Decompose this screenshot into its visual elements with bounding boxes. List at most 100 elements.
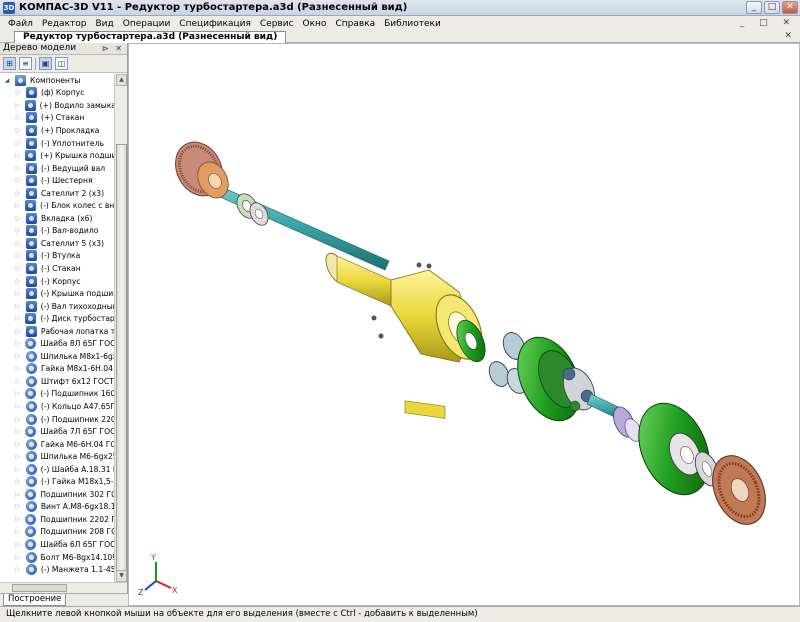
tree-item[interactable]: ▷ (-) Ведущий вал bbox=[0, 162, 114, 175]
expand-icon[interactable]: ▷ bbox=[14, 89, 22, 96]
expand-icon[interactable]: ▷ bbox=[14, 227, 22, 234]
menu-specification[interactable]: Спецификация bbox=[179, 19, 251, 29]
expand-icon[interactable]: ▷ bbox=[14, 441, 22, 448]
tree-item[interactable]: ▷ Шпилька М6-6gх25 bbox=[0, 450, 114, 463]
tree-vertical-scrollbar[interactable]: ▲ ▼ bbox=[114, 74, 127, 582]
expand-icon[interactable]: ▷ bbox=[14, 127, 22, 134]
expand-icon[interactable]: ▷ bbox=[14, 202, 21, 209]
document-window-controls[interactable]: _ □ ✕ bbox=[740, 18, 796, 28]
tree-item[interactable]: ▷ (-) Подшипник 220 bbox=[0, 413, 114, 426]
scroll-thumb[interactable] bbox=[116, 144, 127, 574]
tree-item[interactable]: ▷ Шайба 8Л 65Г ГОСТ bbox=[0, 337, 114, 350]
hscroll-thumb[interactable] bbox=[12, 584, 67, 592]
bearing-assembly[interactable] bbox=[233, 190, 272, 228]
expand-icon[interactable]: ▷ bbox=[14, 453, 22, 460]
expand-icon[interactable]: ▷ bbox=[14, 503, 22, 510]
expand-icon[interactable]: ▷ bbox=[14, 378, 22, 385]
expand-icon[interactable]: ▷ bbox=[14, 303, 22, 310]
model-viewport[interactable]: Y X Z bbox=[128, 43, 800, 606]
menu-help[interactable]: Справка bbox=[335, 19, 375, 29]
expand-icon[interactable]: ▷ bbox=[14, 403, 22, 410]
expand-icon[interactable]: ▷ bbox=[14, 554, 22, 561]
tree-item[interactable]: ▷ Штифт 6х12 ГОСТ bbox=[0, 375, 114, 388]
tree-item[interactable]: ▷ (-) Вал-водило bbox=[0, 225, 114, 238]
tree-item[interactable]: ▷ (+) Стакан bbox=[0, 112, 114, 125]
expand-icon[interactable]: ▷ bbox=[14, 478, 22, 485]
expand-icon[interactable]: ▷ bbox=[14, 315, 21, 322]
expand-icon[interactable]: ▷ bbox=[14, 340, 21, 347]
tree-item[interactable]: ▷ Сателлит 5 (x3) bbox=[0, 237, 114, 250]
expand-icon[interactable]: ▷ bbox=[14, 215, 22, 222]
menu-window[interactable]: Окно bbox=[303, 19, 327, 29]
scroll-down-icon[interactable]: ▼ bbox=[116, 570, 127, 582]
tree-item[interactable]: ▷ Шпилька М8х1-6gх bbox=[0, 350, 114, 363]
tree-item[interactable]: ▷ Подшипник 208 ГОС bbox=[0, 526, 114, 539]
tree-item[interactable]: ▷ (-) Шестерня bbox=[0, 174, 114, 187]
tab-close-icon[interactable]: ✕ bbox=[784, 31, 792, 41]
exploded-assembly-view[interactable]: Y X Z bbox=[129, 44, 800, 606]
tree-item[interactable]: ▷ Гайка М6-6Н.04 ГО bbox=[0, 438, 114, 451]
menu-libraries[interactable]: Библиотеки bbox=[384, 19, 441, 29]
tree-split-icon[interactable]: ◫ bbox=[55, 57, 68, 70]
collapse-icon[interactable]: ◢ bbox=[3, 77, 11, 84]
tree-item[interactable]: ▷ Сателлит 2 (x3) bbox=[0, 187, 114, 200]
tree-item[interactable]: ▷ (-) Шайба А.18.31 Г bbox=[0, 463, 114, 476]
expand-icon[interactable]: ▷ bbox=[14, 177, 22, 184]
expand-icon[interactable]: ▷ bbox=[14, 541, 21, 548]
tree-item[interactable]: ▷ Вкладка (x6) bbox=[0, 212, 114, 225]
expand-icon[interactable]: ▷ bbox=[14, 290, 22, 297]
tree-item[interactable]: ▷ (-) Блок колес с внут bbox=[0, 199, 114, 212]
expand-icon[interactable]: ▷ bbox=[14, 140, 22, 147]
tree-item[interactable]: ▷ Шайба 7Л 65Г ГОСТ bbox=[0, 425, 114, 438]
close-icon[interactable]: ✕ bbox=[782, 1, 798, 14]
menu-file[interactable]: Файл bbox=[8, 19, 33, 29]
expand-icon[interactable]: ▷ bbox=[14, 114, 22, 121]
expand-icon[interactable]: ▷ bbox=[14, 265, 22, 272]
minimize-icon[interactable]: _ bbox=[746, 1, 762, 14]
tree-item[interactable]: ▷ Подшипник 2202 ГО bbox=[0, 513, 114, 526]
tree-item[interactable]: ▷ (ф) Корпус bbox=[0, 87, 114, 100]
tree-item[interactable]: ▷ Винт А.М8-6gх18.1 bbox=[0, 501, 114, 514]
tree-root[interactable]: ◢ Компоненты bbox=[0, 74, 114, 87]
expand-icon[interactable]: ▷ bbox=[14, 102, 21, 109]
tab-document[interactable]: Редуктор турбостартера.a3d (Разнесенный … bbox=[14, 31, 287, 43]
menu-view[interactable]: Вид bbox=[95, 19, 113, 29]
menu-operations[interactable]: Операции bbox=[123, 19, 171, 29]
tree-item[interactable]: ▷ (-) Манжета 1.1-45 bbox=[0, 563, 114, 576]
expand-icon[interactable]: ▷ bbox=[14, 278, 22, 285]
tree-item[interactable]: ▷ (-) Втулка bbox=[0, 250, 114, 263]
tree-item[interactable]: ▷ Болт М6-8gх14.109 bbox=[0, 551, 114, 564]
scroll-up-icon[interactable]: ▲ bbox=[116, 74, 127, 86]
tree-item[interactable]: ▷ Гайка М8х1-6Н.04 bbox=[0, 363, 114, 376]
expand-icon[interactable]: ▷ bbox=[14, 516, 21, 523]
tree-item[interactable]: ▷ (-) Подшипник 1602 bbox=[0, 388, 114, 401]
tree-window-icon[interactable]: ▣ bbox=[39, 57, 52, 70]
panel-close-icon[interactable]: ⊳ ✕ bbox=[102, 43, 124, 54]
tree-item[interactable]: ▷ (-) Стакан bbox=[0, 262, 114, 275]
expand-icon[interactable]: ▷ bbox=[14, 466, 22, 473]
menu-edit[interactable]: Редактор bbox=[42, 19, 87, 29]
expand-icon[interactable]: ▷ bbox=[14, 165, 22, 172]
tree-item[interactable]: ▷ (+) Крышка подшип bbox=[0, 149, 114, 162]
expand-icon[interactable]: ▷ bbox=[14, 491, 21, 498]
expand-icon[interactable]: ▷ bbox=[14, 328, 22, 335]
expand-icon[interactable]: ▷ bbox=[14, 566, 22, 573]
expand-icon[interactable]: ▷ bbox=[14, 190, 22, 197]
tree-item[interactable]: ▷ (-) Вал тихоходный bbox=[0, 300, 114, 313]
output-housing[interactable] bbox=[625, 392, 723, 506]
tree-item[interactable]: ▷ (+) Прокладка bbox=[0, 124, 114, 137]
turbine-disk[interactable] bbox=[166, 134, 234, 204]
expand-icon[interactable]: ▷ bbox=[14, 252, 22, 259]
expand-icon[interactable]: ▷ bbox=[14, 353, 22, 360]
tree-item[interactable]: ▷ (+) Водило замыкающ bbox=[0, 99, 114, 112]
tree-order-icon[interactable]: ≡ bbox=[19, 57, 32, 70]
tree-item[interactable]: ▷ (-) Кольцо А47.65Г bbox=[0, 400, 114, 413]
expand-icon[interactable]: ▷ bbox=[14, 152, 21, 159]
tree-structure-icon[interactable]: ⊞ bbox=[3, 57, 16, 70]
tree-item[interactable]: ▷ Рабочая лопатка т bbox=[0, 325, 114, 338]
expand-icon[interactable]: ▷ bbox=[14, 528, 21, 535]
tree-horizontal-scrollbar[interactable] bbox=[0, 582, 127, 593]
expand-icon[interactable]: ▷ bbox=[14, 428, 21, 435]
tree-item[interactable]: ▷ (-) Диск турбостарт bbox=[0, 312, 114, 325]
expand-icon[interactable]: ▷ bbox=[14, 240, 22, 247]
